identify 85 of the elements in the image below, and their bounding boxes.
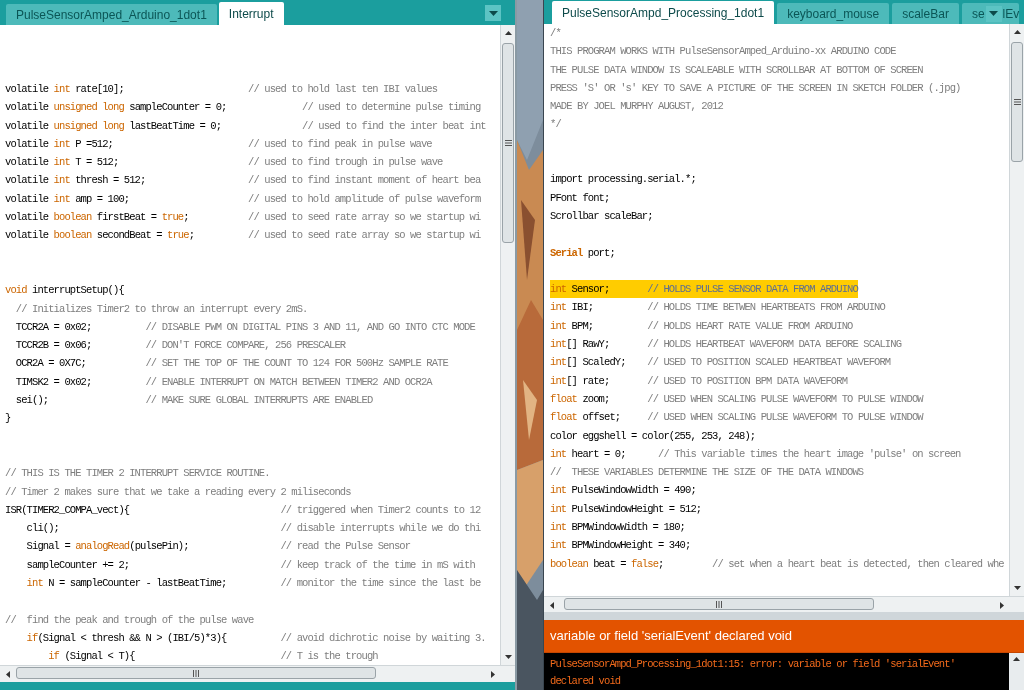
- code-line: Scrollbar scaleBar;: [550, 208, 653, 224]
- scroll-up-icon[interactable]: [505, 31, 512, 35]
- code-line: int[] RawY; // HOLDS HEARTBEAT WAVEFORM DATA BEFORE SCALING: [550, 337, 902, 353]
- code-line: PFont font;: [550, 190, 610, 206]
- code-line: ISR(TIMER2_COMPA_vect){ // triggered when Timer2 counts to 12: [5, 502, 481, 518]
- code-line: }: [5, 411, 11, 427]
- scroll-up-icon[interactable]: [1014, 30, 1021, 34]
- code-line: volatile int thresh = 512; // used to find instant moment of heart bea: [5, 173, 481, 189]
- code-line: */: [550, 117, 561, 133]
- caret-icon: [488, 10, 498, 16]
- code-line: volatile int rate[10]; // used to hold last ten IBI values: [5, 82, 438, 97]
- code-line: OCR2A = 0X7C; // SET THE TOP OF THE COUNT TO 124 FOR 500Hz SAMPLE RATE: [14, 356, 448, 372]
- code-line: TIMSK2 = 0x02; // ENABLE INTERRUPT ON MATCH BETWEEN TIMER2 AND OCR2A: [14, 374, 432, 390]
- code-line: volatile unsigned long lastBeatTime = 0; // used to find the inter beat int: [5, 118, 486, 134]
- code-line: int[] ScaledY; // USED TO POSITION SCALED HEARTBEAT WAVEFORM: [550, 355, 891, 371]
- code-line: volatile unsigned long sampleCounter = 0; // used to determine pulse timing: [5, 100, 481, 116]
- console-output: PulseSensorAmpd_Processing_1dot1:15: error: variable or field 'serialEvent' declared void: [550, 657, 957, 689]
- code-line: boolean beat = false; // set when a heart beat is detected, then cleared whe: [550, 556, 1004, 572]
- horizontal-scrollbar[interactable]: [0, 665, 515, 682]
- tab[interactable]: Interrupt: [218, 2, 284, 25]
- code-line: import processing.serial.*;: [550, 172, 696, 188]
- code-line: int BPM; // HOLDS HEART RATE VALUE FROM ARDUINO: [550, 318, 853, 334]
- code-line: volatile boolean firstBeat = true; // used to seed rate array so we startup wi: [5, 210, 481, 226]
- grip-icon: [504, 140, 512, 146]
- scroll-down-icon[interactable]: [505, 655, 512, 659]
- tab[interactable]: keyboard_mouse: [777, 3, 890, 24]
- horizontal-scrollbar[interactable]: [544, 596, 1024, 612]
- scroll-up-icon[interactable]: [1013, 657, 1020, 661]
- code-line: THIS PROGRAM WORKS WITH PulseSensorAmped_Arduino-xx ARDUINO CODE: [550, 44, 896, 60]
- code-line: int N = sampleCounter - lastBeatTime; // monitor the time since the last be: [25, 576, 481, 591]
- code-line: THE PULSE DATA WINDOW IS SCALEABLE WITH SCROLLBAR AT BOTTOM OF SCREEN: [550, 62, 923, 78]
- code-line: float offset; // USED WHEN SCALING PULSE WAVEFORM TO PULSE WINDOW: [550, 410, 923, 426]
- code-line: volatile int T = 512; // used to find trough in pulse wave: [5, 155, 443, 171]
- tab[interactable]: PulseSensorAmped_Arduino_1dot1: [6, 4, 217, 25]
- grip-icon: [1013, 99, 1021, 105]
- code-line: int IBI; // HOLDS TIME BETWEN HEARTBEATS FROM ARDUINO: [550, 300, 885, 316]
- vertical-scrollbar[interactable]: [500, 25, 515, 665]
- code-line: int PulseWindowWidth = 490;: [550, 483, 696, 499]
- code-line: /*: [550, 26, 561, 41]
- code-line: float zoom; // USED WHEN SCALING PULSE WAVEFORM TO PULSE WINDOW: [550, 391, 923, 407]
- scroll-right-icon[interactable]: [1000, 602, 1004, 609]
- error-message: variable or field 'serialEvent' declared void: [550, 627, 792, 646]
- tab[interactable]: se lEv: [961, 3, 1020, 24]
- scroll-left-icon[interactable]: [6, 671, 10, 678]
- code-line: int BPMWindowHeight = 340;: [550, 538, 691, 554]
- vertical-scrollbar[interactable]: [1009, 24, 1024, 596]
- code-line: Signal = analogRead(pulsePin); // read the Pulse Sensor: [25, 539, 411, 555]
- code-line: // find the peak and trough of the pulse wave: [5, 612, 254, 628]
- code-line: sampleCounter += 2; // keep track of the time in mS with: [25, 557, 475, 573]
- code-line: int PulseWindowHeight = 512;: [550, 501, 702, 517]
- code-line: color eggshell = color(255, 253, 248);: [550, 428, 756, 444]
- code-line: // THIS IS THE TIMER 2 INTERRUPT SERVICE ROUTINE.: [5, 466, 270, 482]
- code-line: TCCR2B = 0x06; // DON'T FORCE COMPARE, 256 PRESCALER: [14, 338, 346, 354]
- grip-icon: [193, 669, 199, 677]
- code-line: int[] rate; // USED TO POSITION BPM DATA WAVEFORM: [550, 373, 848, 389]
- code-line: if (Signal < T){ // T is the trough: [47, 649, 378, 665]
- tab[interactable]: PulseSensorAmpd_Processing_1dot1: [552, 1, 775, 24]
- code-line: int BPMWindowWidth = 180;: [550, 520, 686, 535]
- code-line: int heart = 0; // This variable times the heart image 'pulse' on screen: [550, 446, 961, 462]
- tab-menu-button[interactable]: [985, 5, 1002, 22]
- code-line: Serial port;: [550, 245, 615, 261]
- code-line: sei(); // MAKE SURE GLOBAL INTERRUPTS ARE ENABLED: [14, 393, 373, 409]
- code-line: volatile int P =512; // used to find peak in pulse wave: [5, 136, 432, 152]
- code-line: TCCR2A = 0x02; // DISABLE PWM ON DIGITAL PINS 3 AND 11, AND GO INTO CTC MODE: [14, 319, 475, 335]
- grip-icon: [716, 600, 722, 608]
- scrollbar-thumb[interactable]: [564, 598, 874, 610]
- tab-menu-button[interactable]: [485, 5, 501, 21]
- scroll-right-icon[interactable]: [491, 671, 495, 678]
- code-line: cli(); // disable interrupts while we do thi: [25, 521, 481, 537]
- code-line: if(Signal < thresh && N > (IBI/5)*3){ // avoid dichrotic noise by waiting 3.: [25, 630, 486, 646]
- scroll-down-icon[interactable]: [1014, 586, 1021, 590]
- scrollbar-thumb[interactable]: [502, 43, 514, 243]
- code-line: MADE BY JOEL MURPHY AUGUST, 2012: [550, 99, 723, 115]
- code-line: volatile int amp = 100; // used to hold amplitude of pulse waveform: [5, 191, 481, 207]
- code-line: void interruptSetup(){: [5, 283, 124, 299]
- code-line: // Timer 2 makes sure that we take a reading every 2 miliseconds: [5, 484, 351, 500]
- code-line: // THESE VARIABLES DETERMINE THE SIZE OF THE DATA WINDOWS: [550, 465, 864, 481]
- code-line: PRESS 'S' OR 's' KEY TO SAVE A PICTURE OF THE SCREEN IN SKETCH FOLDER (.jpg): [550, 80, 961, 96]
- code-line: // Initializes Timer2 to throw an interrupt every 2mS.: [14, 301, 308, 317]
- scrollbar-thumb[interactable]: [16, 667, 376, 679]
- code-line: volatile boolean secondBeat = true; // used to seed rate array so we startup wi: [5, 228, 481, 244]
- scrollbar-thumb[interactable]: [1011, 42, 1023, 162]
- scroll-left-icon[interactable]: [550, 602, 554, 609]
- caret-icon: [989, 11, 999, 16]
- tab[interactable]: scaleBar: [892, 3, 959, 24]
